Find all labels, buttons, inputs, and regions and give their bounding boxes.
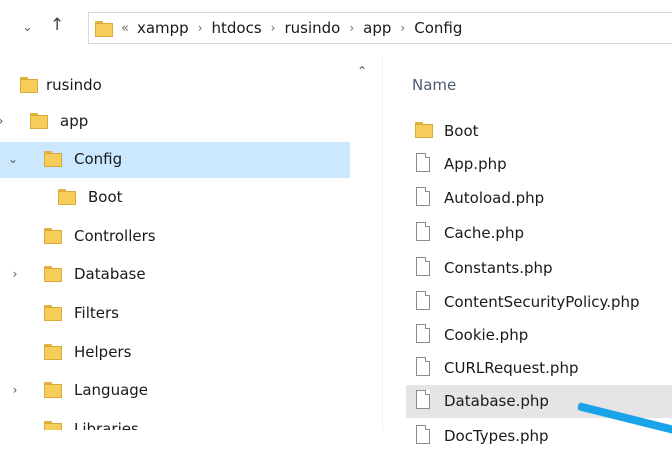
recent-locations-chevron-icon[interactable]: ⌄ — [22, 18, 33, 38]
folder-icon — [44, 382, 62, 398]
nav-item-rusindo[interactable]: rusindo — [0, 68, 350, 104]
nav-item-database[interactable]: › Database — [0, 257, 350, 293]
breadcrumb-config[interactable]: Config — [414, 19, 462, 37]
file-name: Cache.php — [444, 224, 524, 242]
file-name: Cookie.php — [444, 326, 529, 344]
file-icon — [416, 257, 430, 276]
breadcrumb-separator-icon[interactable]: › — [400, 21, 405, 35]
nav-item-config[interactable]: ⌄ Config — [0, 142, 350, 178]
folder-icon — [44, 266, 62, 282]
file-name: App.php — [444, 155, 507, 173]
file-icon — [416, 187, 430, 206]
file-row-cookie-php[interactable]: Cookie.php — [406, 319, 672, 352]
breadcrumb: « xampp › htdocs › rusindo › app › Confi… — [121, 13, 462, 43]
breadcrumb-separator-icon[interactable]: › — [349, 21, 354, 35]
file-name: Database.php — [444, 392, 549, 410]
file-row-constants-php[interactable]: Constants.php — [406, 252, 672, 285]
file-icon — [416, 222, 430, 241]
nav-item-controllers[interactable]: Controllers — [0, 219, 350, 255]
breadcrumb-app[interactable]: app — [363, 19, 391, 37]
file-row-curlrequest-php[interactable]: CURLRequest.php — [406, 352, 672, 385]
column-header-name[interactable]: Name — [412, 76, 456, 94]
overflow-chevron-icon[interactable]: « — [121, 21, 129, 36]
nav-item-label: Config — [74, 150, 123, 168]
breadcrumb-xampp[interactable]: xampp — [137, 19, 189, 37]
file-name: Autoload.php — [444, 189, 545, 207]
folder-icon — [415, 122, 433, 138]
file-row-app-php[interactable]: App.php — [406, 148, 672, 181]
folder-icon — [44, 151, 62, 167]
breadcrumb-separator-icon[interactable]: › — [198, 21, 203, 35]
nav-item-label: Language — [74, 381, 149, 399]
collapse-chevron-icon[interactable]: ⌄ — [6, 150, 20, 168]
nav-item-helpers[interactable]: Helpers — [0, 335, 350, 371]
nav-item-boot[interactable]: Boot — [0, 180, 350, 216]
nav-item-label: Controllers — [74, 227, 156, 245]
file-icon — [416, 324, 430, 343]
folder-icon — [44, 228, 62, 244]
file-row-contentsecuritypolicy-php[interactable]: ContentSecurityPolicy.php — [406, 286, 672, 319]
folder-icon — [20, 77, 38, 93]
nav-item-label: Helpers — [74, 343, 132, 361]
file-icon — [416, 390, 430, 409]
scroll-up-arrow-icon[interactable]: ⌃ — [357, 64, 367, 78]
nav-item-label: Libraries — [74, 420, 139, 430]
nav-item-app[interactable]: › app — [0, 104, 350, 140]
file-icon — [416, 357, 430, 376]
nav-item-label: Filters — [74, 304, 119, 322]
nav-item-label: rusindo — [46, 76, 102, 94]
expand-chevron-icon[interactable]: › — [0, 112, 8, 130]
folder-icon — [44, 305, 62, 321]
file-name: Constants.php — [444, 259, 553, 277]
address-bar-row: ⌄ ↑ « xampp › htdocs › rusindo › app › C… — [0, 0, 672, 56]
navigation-pane: rusindo › app ⌄ Config Boot Controllers … — [0, 56, 350, 430]
file-icon — [416, 153, 430, 172]
file-name: DocTypes.php — [444, 427, 549, 445]
nav-item-label: Boot — [88, 188, 123, 206]
file-row-doctypes-php[interactable]: DocTypes.php — [406, 420, 672, 453]
folder-icon — [30, 113, 48, 129]
expand-chevron-icon[interactable]: › — [8, 265, 22, 283]
nav-item-filters[interactable]: Filters — [0, 296, 350, 332]
nav-item-label: Database — [74, 265, 146, 283]
folder-icon — [44, 344, 62, 360]
nav-item-label: app — [60, 112, 89, 130]
file-icon — [416, 291, 430, 310]
expand-chevron-icon[interactable]: › — [8, 381, 22, 399]
folder-icon — [95, 21, 113, 37]
breadcrumb-rusindo[interactable]: rusindo — [284, 19, 340, 37]
folder-icon — [44, 421, 62, 430]
file-icon — [416, 425, 430, 444]
file-row-cache-php[interactable]: Cache.php — [406, 217, 672, 250]
breadcrumb-separator-icon[interactable]: › — [271, 21, 276, 35]
pane-divider — [382, 56, 383, 430]
folder-icon — [58, 189, 76, 205]
up-arrow-icon[interactable]: ↑ — [50, 15, 64, 35]
file-row-boot[interactable]: Boot — [406, 115, 672, 148]
file-row-database-php[interactable]: Database.php — [406, 385, 672, 418]
nav-item-libraries[interactable]: Libraries — [0, 412, 350, 430]
nav-item-language[interactable]: › Language — [0, 373, 350, 409]
address-bar[interactable]: « xampp › htdocs › rusindo › app › Confi… — [88, 12, 672, 44]
file-name: Boot — [444, 122, 479, 140]
file-row-autoload-php[interactable]: Autoload.php — [406, 182, 672, 215]
file-name: ContentSecurityPolicy.php — [444, 293, 640, 311]
breadcrumb-htdocs[interactable]: htdocs — [212, 19, 262, 37]
file-name: CURLRequest.php — [444, 359, 579, 377]
